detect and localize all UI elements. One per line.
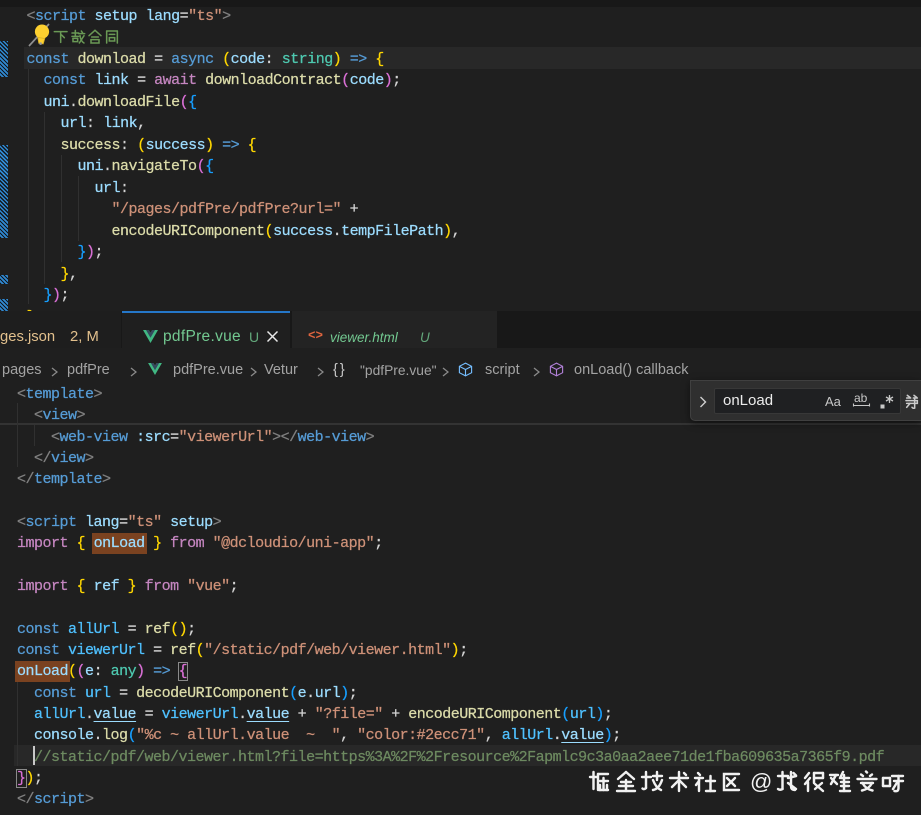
svg-text:ab: ab: [854, 391, 868, 405]
